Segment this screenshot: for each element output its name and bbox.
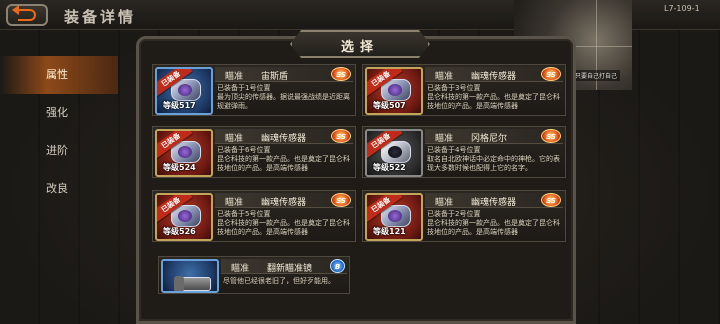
item-category: 瞄准 xyxy=(435,134,454,144)
equipment-card[interactable]: 已装备 等级121 瞄准 幽魂传感器 SS 已装备于2号位置 昆仑科技的第一款产… xyxy=(362,190,566,242)
card-header: 瞄准 幽魂传感器 SS xyxy=(425,67,563,82)
item-level: 等级507 xyxy=(373,101,406,110)
item-level: 等级524 xyxy=(163,163,196,172)
card-header: 瞄准 幽魂传感器 SS xyxy=(215,129,353,144)
equipment-card[interactable]: 已装备 等级522 瞄准 冈格尼尔 SS 已装备于4号位置 取名自北欧神话中必定… xyxy=(362,126,566,178)
sidebar: 属性 强化 进阶 改良 xyxy=(0,56,118,208)
equipment-card[interactable]: 已装备 等级524 瞄准 幽魂传感器 SS 已装备于6号位置 昆仑科技的第一款产… xyxy=(152,126,356,178)
rarity-badge: SS xyxy=(541,129,561,143)
rarity-badge: SS xyxy=(541,67,561,81)
card-header: 瞄准 宙斯盾 SS xyxy=(215,67,353,82)
item-thumbnail: 已装备 等级522 xyxy=(365,129,423,177)
equipment-card[interactable]: 已装备 等级526 瞄准 幽魂传感器 SS 已装备于5号位置 昆仑科技的第一款产… xyxy=(152,190,356,242)
item-description: 已装备于2号位置 昆仑科技的第一款产品。也是奠定了昆仑科技地位的产品。是高端传感… xyxy=(427,210,560,236)
equipment-card[interactable]: 已装备 等级517 瞄准 宙斯盾 SS 已装备于1号位置 最为顶尖的传感器。据说… xyxy=(152,64,356,116)
rarity-badge: SS xyxy=(331,67,351,81)
item-category: 瞄准 xyxy=(225,134,244,144)
item-description: 已装备于5号位置 昆仑科技的第一款产品。也是奠定了昆仑科技地位的产品。是高端传感… xyxy=(217,210,350,236)
card-header: 瞄准 翻新瞄准镜 B xyxy=(221,259,347,274)
equipment-card[interactable]: 已装备 等级507 瞄准 幽魂传感器 SS 已装备于3号位置 昆仑科技的第一款产… xyxy=(362,64,566,116)
item-category: 瞄准 xyxy=(231,264,250,274)
item-description: 已装备于4号位置 取名自北欧神话中必定命中的神枪。它的表现大多数时候也配得上它的… xyxy=(427,146,560,172)
item-name: 宙斯盾 xyxy=(261,72,289,82)
scope-icon xyxy=(174,276,211,291)
card-header: 瞄准 幽魂传感器 SS xyxy=(215,193,353,208)
rarity-badge: SS xyxy=(331,193,351,207)
item-level: 等级522 xyxy=(373,163,406,172)
card-header: 瞄准 幽魂传感器 SS xyxy=(425,193,563,208)
item-name: 幽魂传感器 xyxy=(261,198,307,208)
panel-title: 选择 xyxy=(340,40,379,55)
rarity-badge: SS xyxy=(331,129,351,143)
back-button[interactable] xyxy=(6,4,48,26)
sidebar-item-enhance[interactable]: 强化 xyxy=(0,94,118,132)
card-header: 瞄准 冈格尼尔 SS xyxy=(425,129,563,144)
item-thumbnail xyxy=(161,259,219,293)
item-name: 冈格尼尔 xyxy=(471,134,508,144)
item-name: 幽魂传感器 xyxy=(261,134,307,144)
item-category: 瞄准 xyxy=(225,198,244,208)
item-thumbnail: 已装备 等级507 xyxy=(365,67,423,115)
back-arrow-icon xyxy=(12,5,36,21)
item-thumbnail: 已装备 等级526 xyxy=(155,193,213,241)
item-description: 已装备于1号位置 最为顶尖的传感器。据说最强战绩是近距离规避弹雨。 xyxy=(217,84,350,110)
item-description: 尽管他已经很老旧了，但好歹能用。 xyxy=(223,277,335,285)
item-level: 等级121 xyxy=(373,227,406,236)
item-level: 等级526 xyxy=(163,227,196,236)
item-thumbnail: 已装备 等级121 xyxy=(365,193,423,241)
rarity-badge: SS xyxy=(541,193,561,207)
item-category: 瞄准 xyxy=(225,72,244,82)
page-title: 装备详情 xyxy=(64,8,137,26)
rarity-badge: B xyxy=(330,259,345,273)
sidebar-item-advance[interactable]: 进阶 xyxy=(0,132,118,170)
item-description: 已装备于3号位置 昆仑科技的第一款产品。也是奠定了昆仑科技地位的产品。是高端传感… xyxy=(427,84,560,110)
item-level: 等级517 xyxy=(163,101,196,110)
item-name: 幽魂传感器 xyxy=(471,198,517,208)
level-code: L7-109-1 xyxy=(664,4,700,13)
item-category: 瞄准 xyxy=(435,72,454,82)
item-name: 幽魂传感器 xyxy=(471,72,517,82)
item-name: 翻新瞄准镜 xyxy=(267,264,313,274)
item-thumbnail: 已装备 等级524 xyxy=(155,129,213,177)
equipment-card[interactable]: 瞄准 翻新瞄准镜 B 尽管他已经很老旧了，但好歹能用。 xyxy=(158,256,350,294)
item-thumbnail: 已装备 等级517 xyxy=(155,67,213,115)
sidebar-item-attributes[interactable]: 属性 xyxy=(0,56,118,94)
item-category: 瞄准 xyxy=(435,198,454,208)
item-description: 已装备于6号位置 昆仑科技的第一款产品。也是奠定了昆仑科技地位的产品。是高端传感… xyxy=(217,146,350,172)
sidebar-item-improve[interactable]: 改良 xyxy=(0,170,118,208)
